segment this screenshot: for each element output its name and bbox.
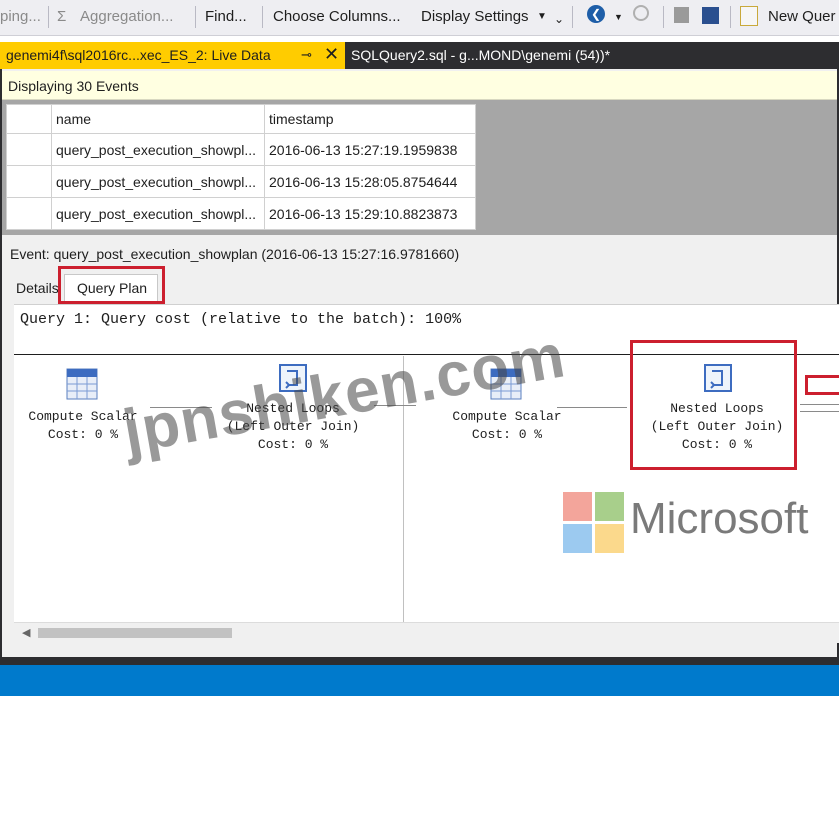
table-row[interactable]: query_post_execution_showpl... 2016-06-1… bbox=[6, 133, 476, 166]
display-settings-button[interactable]: Display Settings bbox=[421, 8, 529, 25]
table-cell-timestamp[interactable]: 2016-06-13 15:27:19.1959838 bbox=[264, 133, 476, 166]
row-selector[interactable] bbox=[6, 133, 52, 166]
aggregation-icon: Σ bbox=[57, 8, 67, 25]
operator-name: Compute Scalar bbox=[452, 409, 562, 424]
next-operator-highlight bbox=[805, 375, 839, 395]
event-count-bar: Displaying 30 Events bbox=[2, 71, 837, 100]
tab-live-data-title: genemi4f\sql2016rc...xec_ES_2: Live Data bbox=[6, 47, 271, 63]
event-count-text: Displaying 30 Events bbox=[8, 78, 139, 94]
close-icon[interactable]: ✕ bbox=[324, 44, 339, 65]
compute-scalar-icon[interactable] bbox=[66, 368, 98, 400]
events-grid: name timestamp query_post_execution_show… bbox=[2, 100, 837, 235]
table-cell-name[interactable]: query_post_execution_showpl... bbox=[51, 197, 265, 230]
event-title: Event: query_post_execution_showplan (20… bbox=[10, 246, 460, 262]
plan-horizontal-scrollbar[interactable]: ◀ bbox=[14, 622, 839, 643]
save-icon[interactable] bbox=[674, 7, 689, 23]
tab-live-data[interactable]: genemi4f\sql2016rc...xec_ES_2: Live Data… bbox=[0, 42, 345, 69]
table-row[interactable]: query_post_execution_showpl... 2016-06-1… bbox=[6, 165, 476, 198]
new-query-button[interactable]: New Quer bbox=[768, 8, 836, 25]
chevron-down-icon[interactable]: ▼ bbox=[614, 12, 623, 22]
new-query-icon[interactable] bbox=[740, 6, 758, 26]
table-cell-timestamp[interactable]: 2016-06-13 15:28:05.8754644 bbox=[264, 165, 476, 198]
column-header-timestamp[interactable]: timestamp bbox=[264, 104, 476, 134]
row-selector[interactable] bbox=[6, 197, 52, 230]
table-cell-timestamp[interactable]: 2016-06-13 15:29:10.8823873 bbox=[264, 197, 476, 230]
operator-cost: Cost: 0 % bbox=[471, 427, 543, 442]
row-selector[interactable] bbox=[6, 165, 52, 198]
save-all-icon[interactable] bbox=[702, 7, 719, 24]
plan-operator-compute-scalar[interactable]: Compute Scalar Cost: 0 % bbox=[442, 408, 572, 444]
scroll-thumb[interactable] bbox=[38, 628, 232, 638]
document-tab-strip: genemi4f\sql2016rc...xec_ES_2: Live Data… bbox=[0, 42, 839, 69]
microsoft-brand-text: Microsoft bbox=[630, 494, 809, 543]
tab-sql-query-title: SQLQuery2.sql - g...MOND\genemi (54))* bbox=[351, 47, 611, 63]
grouping-button[interactable]: ping... bbox=[0, 8, 41, 25]
query-plan-tab-highlight bbox=[58, 266, 165, 304]
status-bar bbox=[0, 665, 839, 696]
navigate-forward-icon[interactable] bbox=[633, 5, 649, 21]
toolbar-separator bbox=[48, 6, 49, 28]
tab-sql-query[interactable]: SQLQuery2.sql - g...MOND\genemi (54))* bbox=[345, 42, 700, 69]
plan-connector bbox=[800, 411, 839, 412]
tab-details[interactable]: Details bbox=[16, 280, 59, 296]
events-table: name timestamp query_post_execution_show… bbox=[6, 104, 476, 230]
aggregation-button[interactable]: Aggregation... bbox=[80, 8, 173, 25]
scroll-left-icon[interactable]: ◀ bbox=[22, 626, 30, 639]
microsoft-logo bbox=[563, 492, 624, 553]
chevron-down-icon[interactable]: ▼ bbox=[537, 11, 547, 22]
query-cost-header: Query 1: Query cost (relative to the bat… bbox=[20, 311, 462, 328]
toolbar: ping... Σ Aggregation... Find... Choose … bbox=[0, 0, 839, 36]
table-cell-name[interactable]: query_post_execution_showpl... bbox=[51, 133, 265, 166]
table-row[interactable]: query_post_execution_showpl... 2016-06-1… bbox=[6, 197, 476, 230]
nested-loops-highlight bbox=[630, 340, 797, 470]
find-button[interactable]: Find... bbox=[205, 8, 247, 25]
navigate-back-icon[interactable]: ❮ bbox=[587, 5, 605, 23]
plan-connector bbox=[800, 404, 839, 405]
table-header-row: name timestamp bbox=[6, 104, 476, 134]
toolbar-separator bbox=[195, 6, 196, 28]
pin-icon[interactable]: ⊸ bbox=[301, 47, 312, 63]
overflow-chevron-icon[interactable]: ⌄ bbox=[554, 12, 564, 26]
column-header-selector[interactable] bbox=[6, 104, 52, 134]
toolbar-separator bbox=[730, 6, 731, 28]
toolbar-separator bbox=[572, 6, 573, 28]
toolbar-separator bbox=[262, 6, 263, 28]
column-header-name[interactable]: name bbox=[51, 104, 265, 134]
table-cell-name[interactable]: query_post_execution_showpl... bbox=[51, 165, 265, 198]
choose-columns-button[interactable]: Choose Columns... bbox=[273, 8, 401, 25]
pane-bottom-border bbox=[0, 657, 839, 665]
toolbar-separator bbox=[663, 6, 664, 28]
